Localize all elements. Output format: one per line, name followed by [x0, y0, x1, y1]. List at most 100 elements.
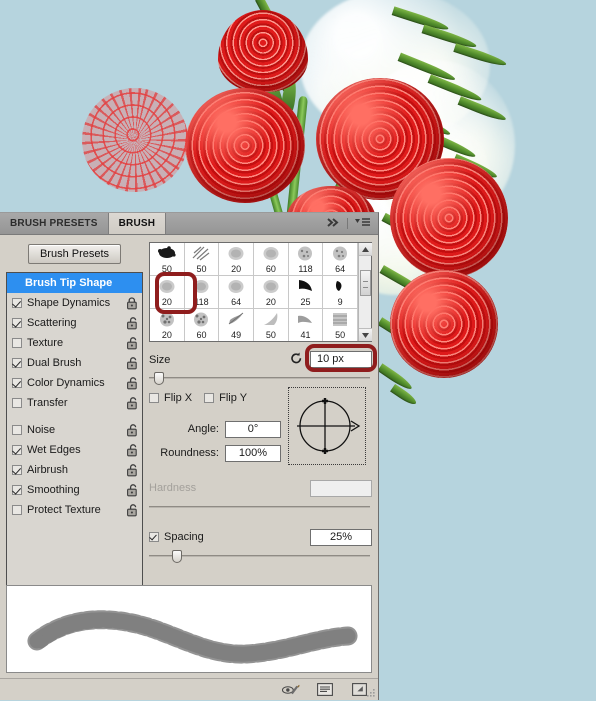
option-checkbox[interactable] [12, 358, 22, 368]
angle-row: Angle: 0° [149, 417, 307, 441]
brush-options-list[interactable]: Brush Tip Shape Shape Dynamics Scattering T… [6, 272, 143, 595]
lock-open-icon[interactable] [126, 316, 138, 330]
spacing-input[interactable]: 25% [310, 528, 372, 546]
spacing-slider[interactable] [149, 549, 372, 563]
option-checkbox[interactable] [12, 298, 22, 308]
spacing-option[interactable]: Spacing [149, 531, 204, 543]
lock-open-icon[interactable] [126, 336, 138, 350]
brush-stroke-graphic [27, 610, 358, 664]
brush-tip-cell[interactable]: 60 [185, 309, 220, 341]
option-checkbox[interactable] [12, 485, 22, 495]
brush-tip-cell[interactable]: 50 [150, 243, 185, 276]
brush-option-texture[interactable]: Texture [7, 333, 142, 353]
brush-tip-cell[interactable]: 50 [254, 309, 289, 341]
brush-grid-scrollbar[interactable] [358, 243, 372, 341]
brush-option-scattering[interactable]: Scattering [7, 313, 142, 333]
panel-statusbar [0, 678, 378, 700]
brush-option-smoothing[interactable]: Smoothing [7, 480, 142, 500]
brush-option-color-dynamics[interactable]: Color Dynamics [7, 373, 142, 393]
size-slider-knob[interactable] [153, 372, 164, 385]
size-slider[interactable] [149, 371, 372, 385]
brush-tip-cell[interactable]: 118 [184, 276, 220, 309]
brush-tip-cell[interactable]: 64 [219, 276, 254, 309]
brush-tip-cell[interactable]: 41 [289, 309, 324, 341]
lock-open-icon[interactable] [126, 396, 138, 410]
brush-tip-cell[interactable]: 50 [184, 243, 220, 276]
brush-presets-button[interactable]: Brush Presets [27, 244, 122, 264]
brush-tip-thumbnail-icon [261, 311, 281, 328]
angle-input[interactable]: 0° [225, 420, 281, 438]
brush-option-transfer[interactable]: Transfer [7, 393, 142, 413]
brush-tip-size-label: 60 [265, 264, 276, 274]
lock-open-icon[interactable] [126, 443, 138, 457]
option-checkbox[interactable] [12, 378, 22, 388]
brush-option-shape-dynamics[interactable]: Shape Dynamics [7, 293, 142, 313]
angle-roundness-rows: Angle: 0° Roundness: 100% [149, 417, 307, 465]
brush-tip-grid[interactable]: 50 50 20 60 118 64 20 118 64 20 25 9 20 60 49 50 41 50 [150, 243, 358, 341]
brush-option-brush-tip-shape[interactable]: Brush Tip Shape [7, 273, 142, 293]
flip-x-option[interactable]: Flip X [149, 392, 192, 404]
roundness-input[interactable]: 100% [225, 444, 281, 462]
brush-tip-cell[interactable]: 20 [254, 276, 289, 309]
options-group-divider [7, 413, 142, 420]
toggle-brush-preview-icon[interactable] [282, 682, 300, 697]
angle-roundness-preview[interactable] [288, 387, 366, 465]
flip-y-option[interactable]: Flip Y [204, 392, 247, 404]
brush-tip-grid-container: 50 50 20 60 118 64 20 118 64 20 25 9 20 60 49 50 41 50 [149, 242, 372, 342]
option-label: Texture [27, 337, 64, 349]
lock-open-icon[interactable] [126, 376, 138, 390]
flip-x-label: Flip X [164, 392, 193, 404]
scroll-up-icon[interactable] [358, 243, 372, 256]
brush-option-airbrush[interactable]: Airbrush [7, 460, 142, 480]
brush-tip-cell[interactable]: 118 [288, 243, 324, 276]
flip-y-checkbox[interactable] [204, 393, 215, 403]
brush-tip-size-label: 41 [300, 330, 311, 340]
scrollbar-thumb[interactable] [359, 270, 371, 296]
reset-size-icon[interactable] [290, 352, 303, 368]
collapse-panel-icon[interactable] [327, 217, 340, 230]
option-checkbox[interactable] [12, 318, 22, 328]
brush-tip-cell[interactable]: 60 [254, 243, 289, 276]
brush-option-protect-texture[interactable]: Protect Texture [7, 500, 142, 520]
brush-tip-cell[interactable]: 20 [150, 276, 185, 309]
flip-y-label: Flip Y [219, 392, 248, 404]
lock-open-icon[interactable] [126, 463, 138, 477]
option-checkbox[interactable] [12, 338, 22, 348]
new-brush-preset-icon[interactable] [316, 682, 334, 697]
flower-bloom [390, 270, 498, 378]
size-input[interactable]: 10 px [310, 351, 372, 368]
option-checkbox[interactable] [12, 425, 22, 435]
option-checkbox[interactable] [12, 505, 22, 515]
scroll-down-icon[interactable] [358, 328, 372, 341]
brush-tip-cell[interactable]: 25 [288, 276, 324, 309]
brush-tip-cell[interactable]: 64 [323, 243, 358, 276]
panel-menu-icon[interactable] [355, 217, 371, 230]
option-checkbox[interactable] [12, 398, 22, 408]
spacing-checkbox[interactable] [149, 532, 159, 542]
hardness-row: Hardness [149, 477, 372, 499]
brush-tip-cell[interactable]: 50 [323, 309, 358, 341]
brush-tip-size-label: 50 [161, 264, 172, 274]
resize-grip-icon[interactable] [366, 688, 376, 698]
tab-brush[interactable]: BRUSH [108, 213, 167, 234]
brush-tip-cell[interactable]: 9 [323, 276, 358, 309]
lock-open-icon[interactable] [126, 483, 138, 497]
option-checkbox[interactable] [12, 465, 22, 475]
brush-tip-size-label: 20 [265, 297, 276, 307]
brush-tip-thumbnail-icon [226, 245, 246, 262]
lock-open-icon[interactable] [126, 423, 138, 437]
flip-x-checkbox[interactable] [149, 393, 159, 403]
option-checkbox[interactable] [12, 445, 22, 455]
brush-tip-cell[interactable]: 20 [219, 243, 254, 276]
brush-tip-cell[interactable]: 20 [150, 309, 185, 341]
lock-open-icon[interactable] [126, 503, 138, 517]
brush-option-noise[interactable]: Noise [7, 420, 142, 440]
lock-closed-icon[interactable] [126, 296, 138, 310]
brush-tip-cell[interactable]: 49 [219, 309, 254, 341]
brush-option-dual-brush[interactable]: Dual Brush [7, 353, 142, 373]
brush-tip-size-label: 64 [231, 297, 242, 307]
lock-open-icon[interactable] [126, 356, 138, 370]
spacing-slider-knob[interactable] [171, 550, 182, 563]
brush-option-wet-edges[interactable]: Wet Edges [7, 440, 142, 460]
tab-brush-presets[interactable]: BRUSH PRESETS [0, 213, 109, 234]
